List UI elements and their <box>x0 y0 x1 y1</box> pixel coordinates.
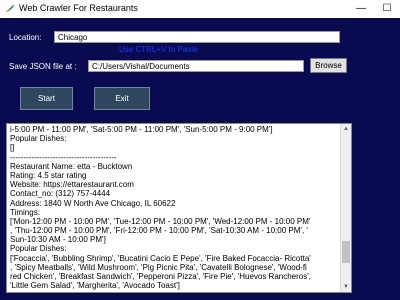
output-line: , 'Spicy Meatballs', 'Wild Mushroom', 'P… <box>10 262 307 272</box>
title-bar: Web Crawler For Restaurants — ☐ <box>0 0 400 18</box>
output-text: i-5:00 PM - 11:00 PM', 'Sat-5:00 PM - 11… <box>10 125 338 292</box>
output-line: Popular Dishes: <box>10 134 67 144</box>
output-line: [] <box>10 143 15 153</box>
output-line: ['Focaccia', 'Bubbling Shrimp', 'Bucatin… <box>10 253 311 263</box>
output-line: Website: https://ettarestaurant.com <box>10 180 134 190</box>
window-title: Web Crawler For Restaurants <box>19 3 138 13</box>
scroll-down-icon[interactable]: ▼ <box>341 282 351 292</box>
minimize-button[interactable]: — <box>348 0 374 18</box>
output-line: Popular Dishes: <box>10 244 67 254</box>
output-textarea[interactable]: i-5:00 PM - 11:00 PM', 'Sat-5:00 PM - 11… <box>6 123 352 293</box>
output-line: Sun-10:30 AM - 10:00 PM'] <box>10 235 106 245</box>
output-line: 'Little Gem Salad', 'Margherita', 'Avoca… <box>10 281 180 291</box>
output-line: Rating: 4.5 star rating <box>10 170 87 180</box>
save-path-input[interactable]: C:/Users/Vishal/Documents <box>88 60 304 72</box>
location-input[interactable]: Chicago <box>54 31 340 43</box>
start-button[interactable]: Start <box>20 87 73 110</box>
output-line: ---------------------------------------- <box>10 152 117 162</box>
output-line: Timings: <box>10 207 40 217</box>
app-window: Web Crawler For Restaurants — ☐ Location… <box>0 0 400 300</box>
location-label: Location: <box>9 33 42 42</box>
output-line: Contact_no: (312) 757-4444 <box>10 189 111 199</box>
output-line: ['Mon-12:00 PM - 10:00 PM', 'Tue-12:00 P… <box>10 216 311 226</box>
maximize-button[interactable]: ☐ <box>374 0 400 18</box>
output-line: Address: 1840 W North Ave Chicago, IL 60… <box>10 198 176 208</box>
output-line: i-5:00 PM - 11:00 PM', 'Sat-5:00 PM - 11… <box>10 125 273 134</box>
vertical-scrollbar[interactable]: ▲ ▼ <box>340 124 351 292</box>
browse-button[interactable]: Browse <box>310 58 347 73</box>
feather-icon <box>5 4 15 13</box>
save-path-label: Save JSON file at : <box>9 62 77 71</box>
scroll-thumb[interactable] <box>342 241 350 264</box>
output-line: , 'Thu-12:00 PM - 10:00 PM', 'Fri-12:00 … <box>10 226 308 236</box>
output-line: ---------------------------------------- <box>10 290 338 292</box>
paste-hint: Use CTRL+V to Paste <box>119 45 198 54</box>
output-line: Restaurant Name: etta - Bucktown <box>10 161 133 171</box>
scroll-up-icon[interactable]: ▲ <box>341 124 351 134</box>
exit-button[interactable]: Exit <box>94 87 150 110</box>
output-line: red Chicken', 'Breakfast Sandwich', 'Pep… <box>10 272 311 281</box>
